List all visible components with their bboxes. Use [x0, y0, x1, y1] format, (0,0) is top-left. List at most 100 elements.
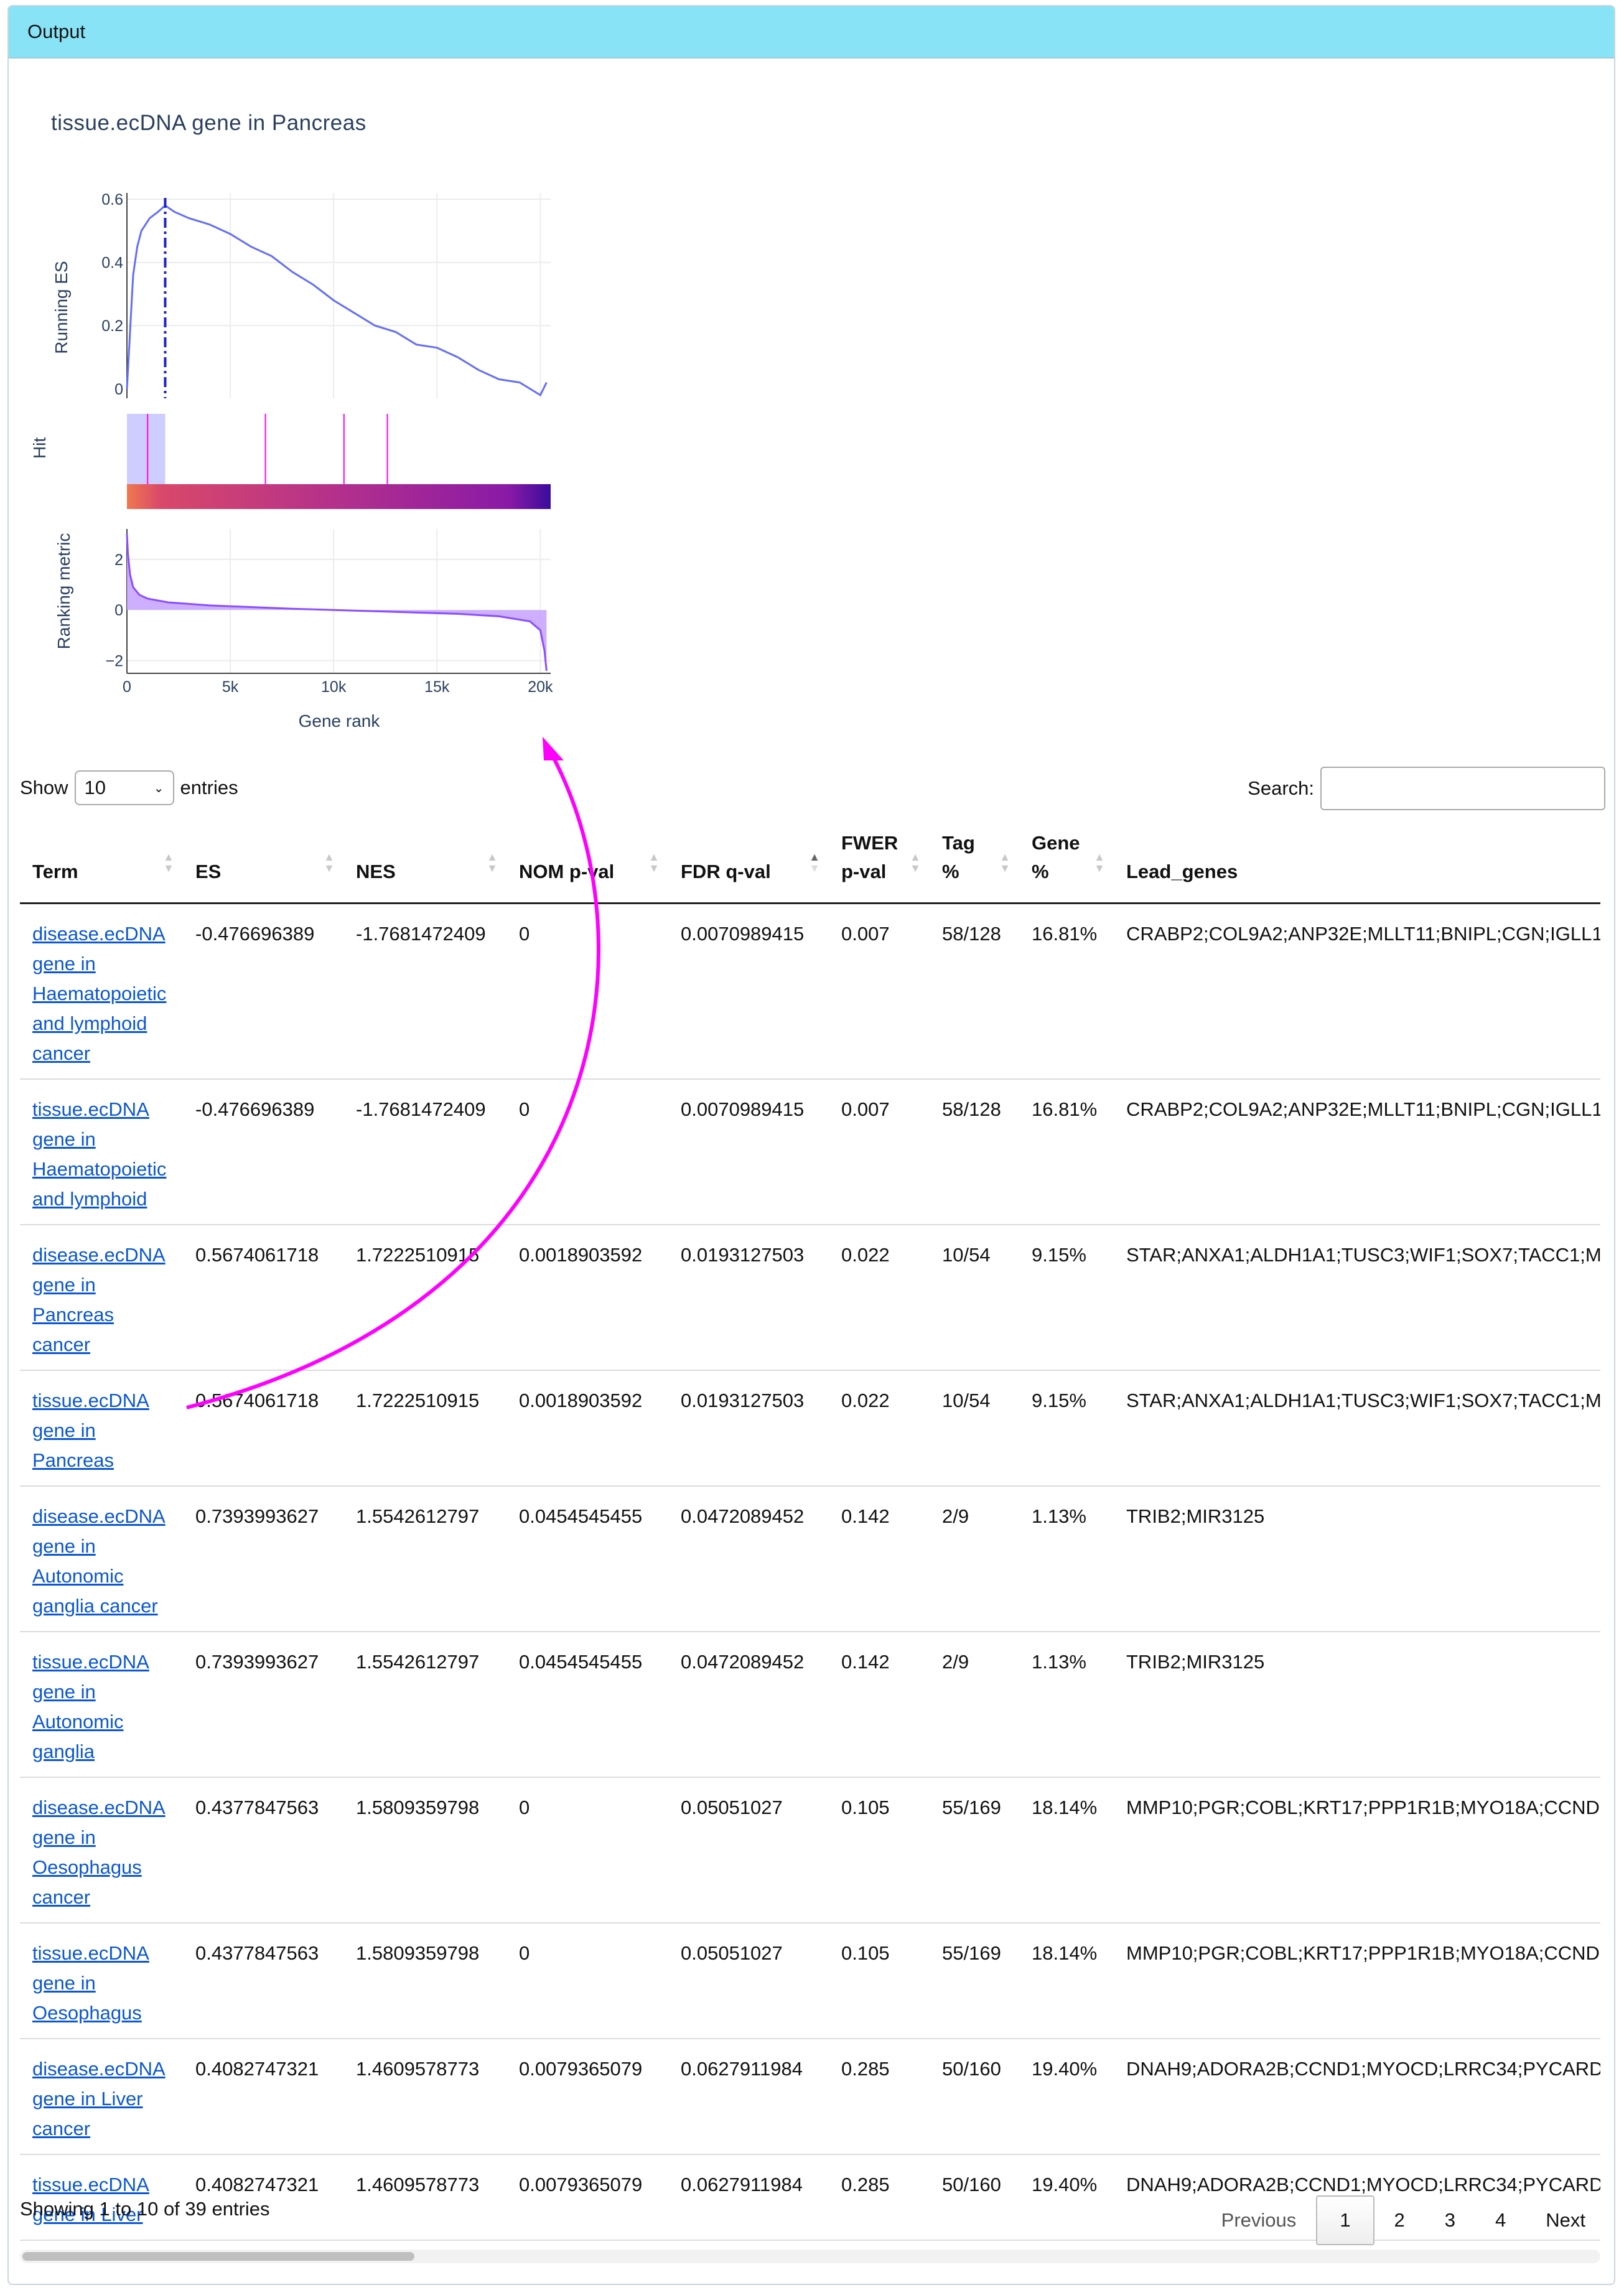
- fwer-cell: 0.022: [829, 1225, 930, 1371]
- horizontal-scrollbar[interactable]: [20, 2250, 1600, 2263]
- column-header-line2: Lead_genes: [1126, 861, 1238, 882]
- term-link[interactable]: tissue.ecDNA gene in Autonomic ganglia: [32, 1651, 149, 1762]
- term-link[interactable]: tissue.ecDNA gene in Haematopoietic and …: [32, 1098, 166, 1210]
- rank-heatmap-bar: [127, 484, 551, 509]
- term-cell: disease.ecDNA gene in Liver cancer: [20, 2039, 183, 2155]
- es-panel: [126, 198, 548, 398]
- es-cell: 0.5674061718: [183, 1225, 343, 1371]
- column-header-line1: [519, 829, 656, 858]
- nom-cell: 0.0018903592: [506, 1370, 668, 1487]
- hit-panel: [127, 414, 388, 484]
- x-tick-label: 15k: [424, 678, 450, 696]
- metric-gridlines: [126, 529, 551, 673]
- gene-cell: 18.14%: [1019, 1777, 1114, 1923]
- column-header[interactable]: NOM p-val ▲ ▼: [506, 821, 668, 904]
- fdr-cell: 0.0070989415: [668, 1079, 829, 1225]
- es-cell: -0.476696389: [183, 1079, 343, 1225]
- table-row: tissue.ecDNA gene in Autonomic ganglia 0.…: [20, 1632, 1600, 1778]
- previous-button[interactable]: Previous: [1202, 2197, 1317, 2244]
- term-link[interactable]: tissue.ecDNA gene in Oesophagus: [32, 1942, 149, 2024]
- column-header[interactable]: FWER p-val ▲ ▼: [829, 821, 930, 904]
- fdr-cell: 0.0627911984: [668, 2039, 829, 2155]
- column-header[interactable]: Gene% ▲ ▼: [1019, 821, 1114, 904]
- table-info: Showing 1 to 10 of 39 entries: [20, 2198, 270, 2220]
- column-header[interactable]: ES ▲ ▼: [183, 821, 343, 904]
- lead-cell: CRABP2;COL9A2;ANP32E;MLLT11;BNIPL;CGN;IG…: [1114, 1079, 1600, 1225]
- x-tick-label: 20k: [528, 678, 553, 696]
- fdr-cell: 0.05051027: [668, 1777, 829, 1923]
- es-cell: -0.476696389: [183, 903, 343, 1080]
- page-button-1[interactable]: 1: [1316, 2195, 1374, 2245]
- gene-cell: 18.14%: [1019, 1923, 1114, 2039]
- nes-cell: 1.5809359798: [343, 1923, 506, 2039]
- sort-icon: ▲ ▼: [809, 851, 820, 874]
- column-header-line1: [356, 829, 494, 858]
- term-link[interactable]: disease.ecDNA gene in Pancreas cancer: [32, 1244, 166, 1355]
- term-link[interactable]: disease.ecDNA gene in Liver cancer: [32, 2058, 166, 2139]
- metric-tick-label: 2: [114, 551, 123, 569]
- page-button-2[interactable]: 2: [1374, 2197, 1425, 2244]
- column-header[interactable]: Lead_genes: [1114, 821, 1600, 904]
- page-button-3[interactable]: 3: [1425, 2197, 1475, 2244]
- es-line: [126, 204, 548, 397]
- column-header-line1: Tag: [942, 832, 975, 854]
- entries-select[interactable]: 10 ⌄: [74, 770, 174, 805]
- fwer-cell: 0.105: [829, 1777, 930, 1923]
- nom-cell: 0.0454545455: [506, 1632, 668, 1778]
- metric-area: [127, 534, 547, 671]
- es-tick-label: 0.4: [101, 255, 123, 272]
- term-cell: tissue.ecDNA gene in Autonomic ganglia: [20, 1632, 183, 1778]
- gene-cell: 9.15%: [1019, 1225, 1114, 1371]
- es-cell: 0.7393993627: [183, 1486, 343, 1632]
- page-button-4[interactable]: 4: [1475, 2197, 1526, 2244]
- show-label: Show: [20, 777, 68, 798]
- hit-axis-label: Hit: [30, 437, 49, 459]
- column-header[interactable]: Term ▲ ▼: [20, 821, 183, 904]
- nes-cell: 1.4609578773: [343, 2154, 506, 2241]
- search-input[interactable]: [1320, 767, 1605, 810]
- metric-tick-label: 0: [114, 602, 123, 619]
- fdr-cell: 0.0193127503: [668, 1225, 829, 1371]
- nom-cell: 0.0079365079: [506, 2154, 668, 2241]
- column-header[interactable]: FDR q-val ▲ ▼: [668, 821, 829, 904]
- tag-cell: 55/169: [930, 1923, 1019, 2039]
- es-axis-label: Running ES: [52, 261, 71, 353]
- tag-cell: 10/54: [930, 1370, 1019, 1487]
- gene-cell: 19.40%: [1019, 2154, 1114, 2241]
- entries-label: entries: [180, 777, 238, 798]
- tag-cell: 10/54: [930, 1225, 1019, 1371]
- fwer-cell: 0.022: [829, 1370, 930, 1487]
- length-control: Show 10 ⌄ entries: [20, 770, 238, 805]
- nom-cell: 0.0079365079: [506, 2039, 668, 2155]
- es-cell: 0.5674061718: [183, 1370, 343, 1487]
- axis-ticks: 00.20.40.620−20 5k 10k 15k 20k: [101, 191, 553, 696]
- sort-icon: ▲ ▼: [999, 851, 1010, 874]
- table-row: disease.ecDNA gene in Liver cancer 0.4082…: [20, 2039, 1600, 2155]
- entries-value: 10: [84, 777, 106, 798]
- term-link[interactable]: tissue.ecDNA gene in Pancreas: [32, 1390, 149, 1471]
- lead-cell: MMP10;PGR;COBL;KRT17;PPP1R1B;MYO18A;CCND…: [1114, 1777, 1600, 1923]
- nes-cell: 1.5542612797: [343, 1632, 506, 1778]
- column-header[interactable]: Tag% ▲ ▼: [930, 821, 1019, 904]
- lead-cell: MMP10;PGR;COBL;KRT17;PPP1R1B;MYO18A;CCND…: [1114, 1923, 1600, 2039]
- fdr-cell: 0.0627911984: [668, 2154, 829, 2241]
- tag-cell: 2/9: [930, 1632, 1019, 1778]
- column-header[interactable]: NES ▲ ▼: [343, 821, 506, 904]
- metric-axis-label: Ranking metric: [54, 533, 73, 650]
- es-gridlines: [126, 193, 551, 398]
- lead-cell: STAR;ANXA1;ALDH1A1;TUSC3;WIF1;SOX7;TACC1…: [1114, 1370, 1600, 1487]
- table-row: disease.ecDNA gene in Pancreas cancer 0.5…: [20, 1225, 1600, 1371]
- term-cell: disease.ecDNA gene in Oesophagus cancer: [20, 1777, 183, 1923]
- scrollbar-thumb[interactable]: [22, 2252, 414, 2261]
- next-button[interactable]: Next: [1526, 2197, 1605, 2244]
- fdr-cell: 0.0070989415: [668, 903, 829, 1080]
- term-link[interactable]: disease.ecDNA gene in Autonomic ganglia …: [32, 1505, 166, 1617]
- tag-cell: 55/169: [930, 1777, 1019, 1923]
- fdr-cell: 0.0472089452: [668, 1486, 829, 1632]
- column-header-line1: [1126, 829, 1588, 858]
- term-link[interactable]: disease.ecDNA gene in Oesophagus cancer: [32, 1797, 166, 1908]
- fwer-cell: 0.105: [829, 1923, 930, 2039]
- gene-cell: 19.40%: [1019, 2039, 1114, 2155]
- fdr-cell: 0.05051027: [668, 1923, 829, 2039]
- term-link[interactable]: disease.ecDNA gene in Haematopoietic and…: [32, 923, 166, 1064]
